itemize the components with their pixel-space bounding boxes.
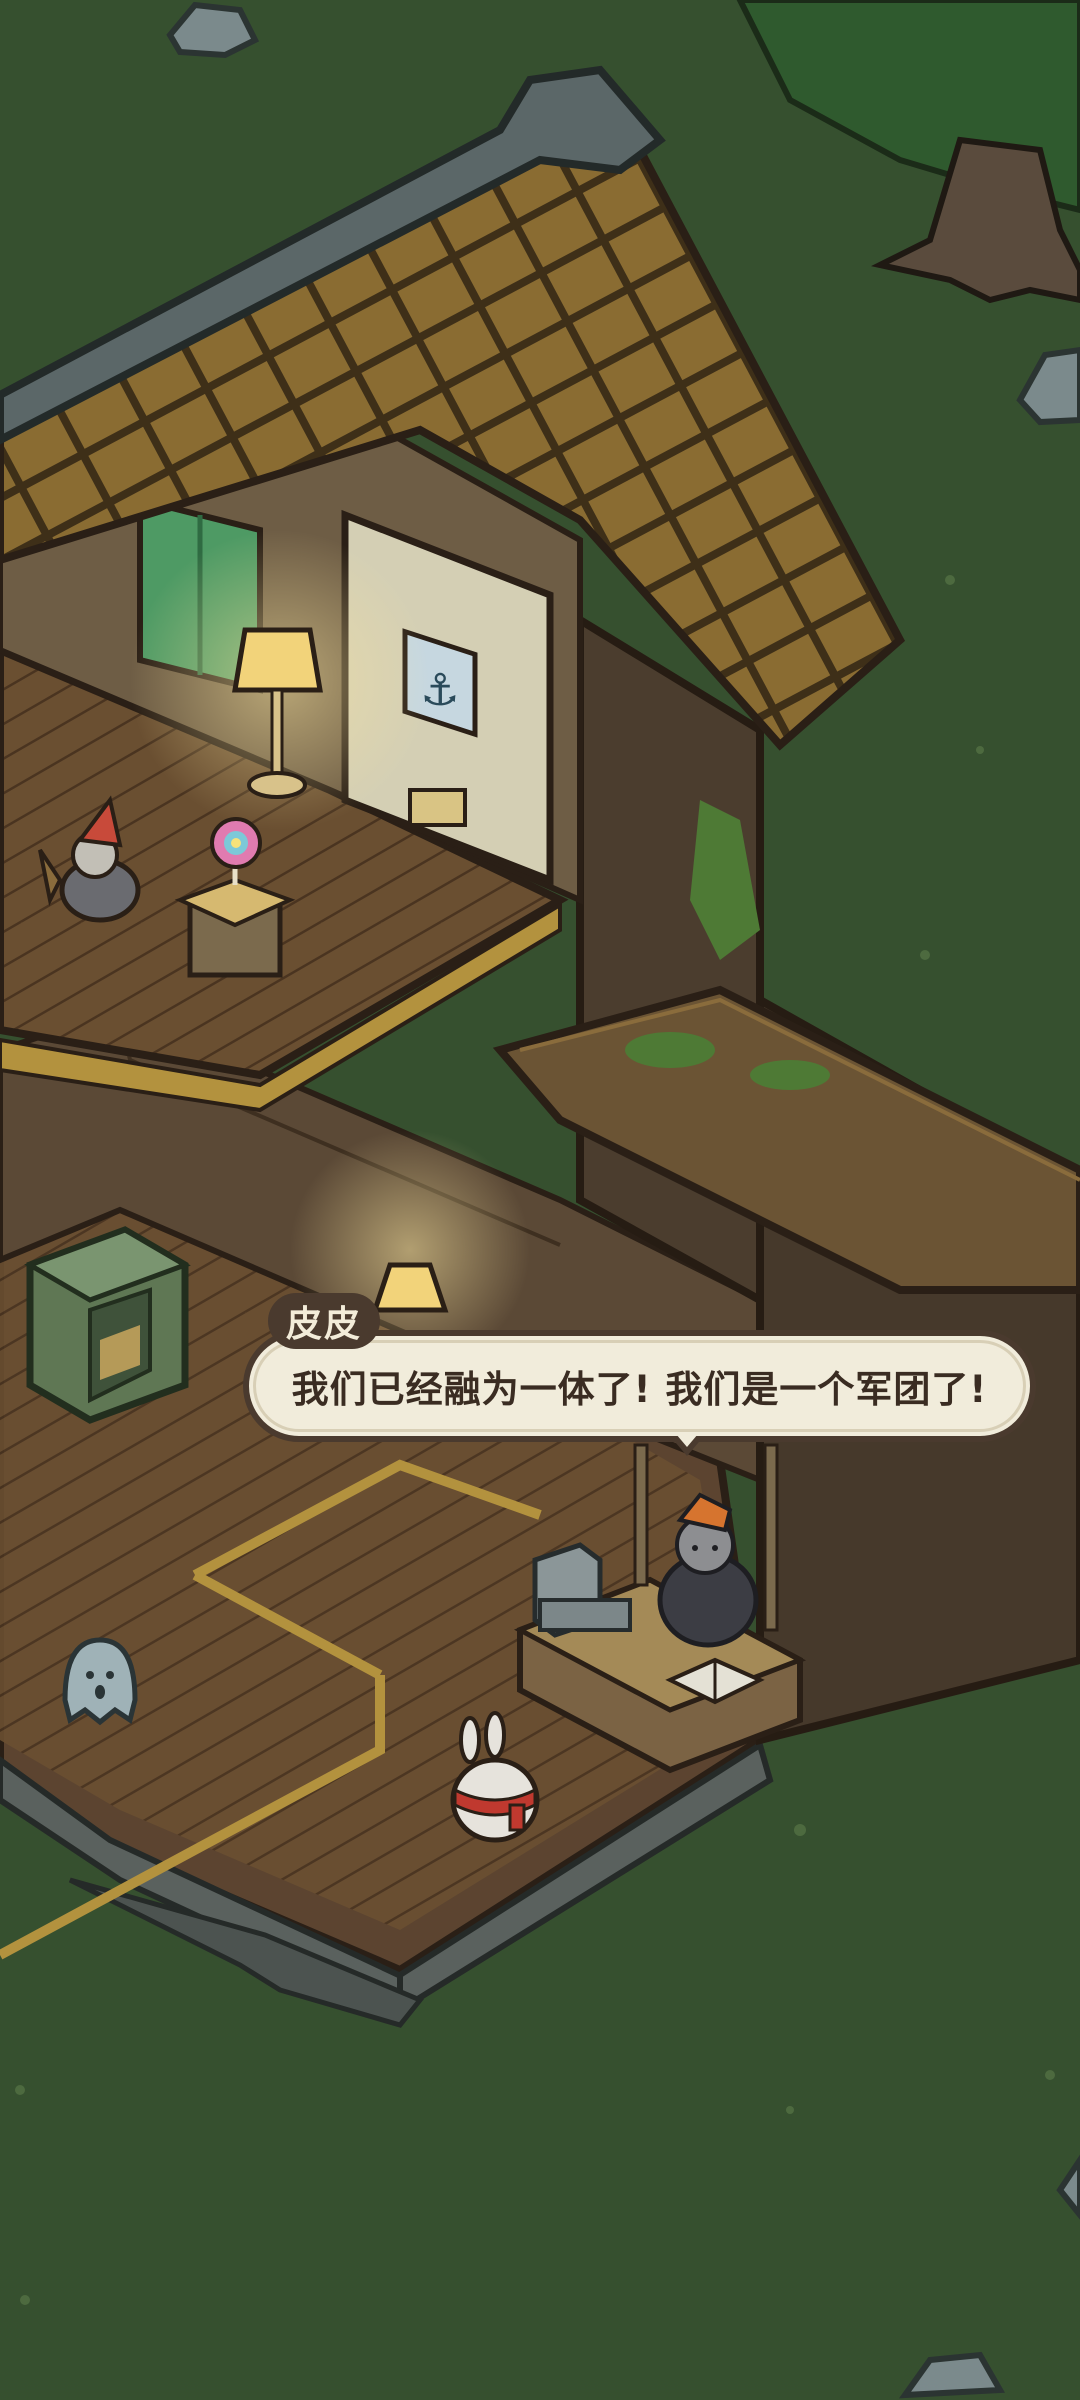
stone-stove[interactable] bbox=[24, 1226, 191, 1424]
moss-patch bbox=[625, 1032, 715, 1068]
dialogue-text: 我们已经融为一体了! 我们是一个军团了! bbox=[291, 1368, 988, 1411]
floor-lamp-lower[interactable] bbox=[371, 1262, 449, 1313]
speaker-name-tag: 皮皮 bbox=[268, 1293, 381, 1349]
speaker-name: 皮皮 bbox=[286, 1304, 363, 1345]
dialogue-tail-fill bbox=[676, 1434, 698, 1447]
game-screen[interactable]: ⚓ 我们已经融为一体了! 我们是一个军团了! 皮皮 bbox=[0, 0, 1080, 2400]
ghost-character[interactable] bbox=[62, 1637, 138, 1726]
house-scene[interactable]: ⚓ bbox=[0, 0, 1080, 2400]
